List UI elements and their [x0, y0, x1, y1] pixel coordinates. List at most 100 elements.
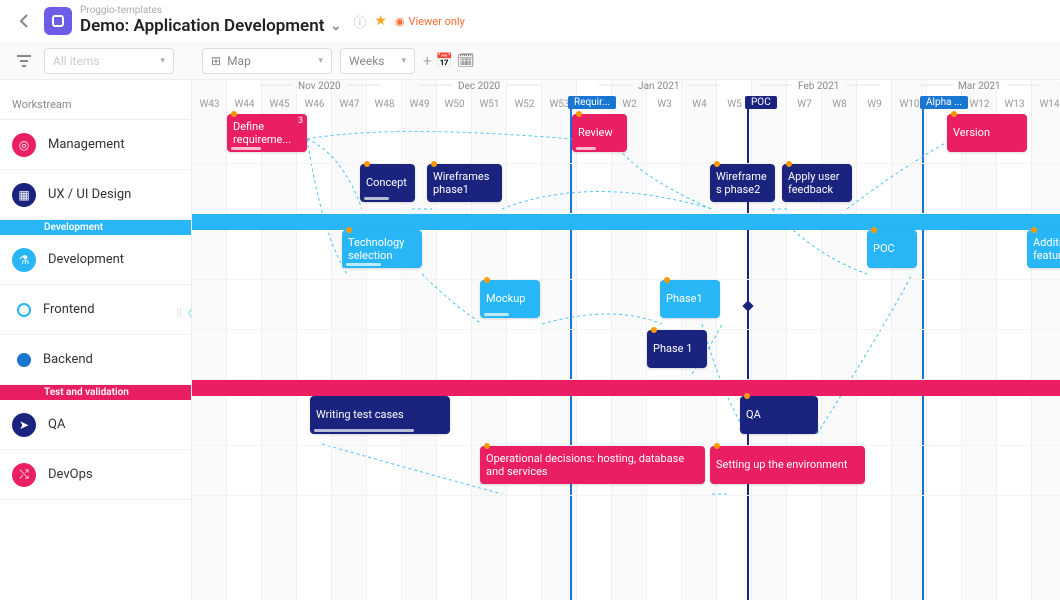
card-writing-test-cases[interactable]: Writing test cases	[310, 396, 450, 434]
workstream-ux[interactable]: ▦ UX / UI Design	[0, 170, 191, 220]
card-qa[interactable]: QA	[740, 396, 818, 434]
breadcrumb[interactable]: Proggio-templates	[80, 6, 341, 16]
card-apply-feedback[interactable]: Apply user feedback	[782, 164, 852, 202]
card-version[interactable]: Version	[947, 114, 1027, 152]
month-label: Jan 2021	[592, 81, 726, 92]
back-button[interactable]	[12, 9, 36, 33]
timeline[interactable]: Nov 2020Dec 2020Jan 2021Feb 2021Mar 2021…	[192, 80, 1060, 600]
items-filter-label: All items	[53, 54, 100, 68]
ws-label: Frontend	[43, 302, 95, 317]
marker-label: Alpha ...	[920, 96, 968, 109]
calendar-range-icon[interactable]: 📅	[436, 53, 453, 69]
week-W14: W14	[1032, 96, 1060, 114]
filter-icon[interactable]	[12, 49, 36, 73]
card-wireframes1[interactable]: Wireframes phase1	[427, 164, 502, 202]
viewer-badge: ◉ Viewer only	[395, 15, 465, 28]
month-label: Nov 2020	[252, 81, 387, 92]
card-label: Define requireme...	[233, 120, 301, 146]
flask-icon: ⚗	[12, 248, 36, 272]
time-unit-select[interactable]: Weeks ▾	[340, 48, 415, 74]
items-filter-select[interactable]: All items ▾	[44, 48, 174, 74]
workstream-qa[interactable]: ➤ QA	[0, 400, 191, 450]
card-operational-decisions[interactable]: Operational decisions: hosting, database…	[480, 446, 705, 484]
week-W50: W50	[437, 96, 472, 114]
card-label: Technology selection	[348, 236, 416, 262]
card-poc[interactable]: POC	[867, 230, 917, 268]
card-label: QA	[746, 408, 812, 421]
week-W52: W52	[507, 96, 542, 114]
week-W46: W46	[297, 96, 332, 114]
ws-label: Backend	[43, 352, 93, 367]
page-title[interactable]: Demo: Application Development ⌄	[80, 16, 341, 36]
month-label: Apr 2021	[1052, 81, 1060, 92]
card-label: Setting up the environment	[716, 458, 859, 471]
card-label: Version	[953, 126, 1021, 139]
card-label: Additi featur	[1033, 236, 1060, 262]
card-label: Apply user feedback	[788, 170, 846, 196]
dot-icon	[17, 303, 31, 317]
card-badge: 3	[298, 116, 303, 127]
workstream-frontend[interactable]: Frontend	[0, 285, 191, 335]
milestone-diamond[interactable]	[742, 300, 753, 311]
card-wireframes2[interactable]: Wireframe s phase2	[710, 164, 775, 202]
week-W48: W48	[367, 96, 402, 114]
week-W3: W3	[647, 96, 682, 114]
ws-label: QA	[48, 417, 65, 432]
workstream-backend[interactable]: Backend	[0, 335, 191, 385]
week-W45: W45	[262, 96, 297, 114]
calendar-icon: ▦	[12, 183, 36, 207]
card-label: Writing test cases	[316, 408, 444, 421]
card-label: Mockup	[486, 292, 534, 305]
info-icon[interactable]: ⓘ	[353, 12, 366, 31]
viewer-label: Viewer only	[409, 15, 465, 28]
star-icon[interactable]: ★	[374, 13, 387, 29]
week-W8: W8	[822, 96, 857, 114]
card-setup-environment[interactable]: Setting up the environment	[710, 446, 865, 484]
ws-label: Development	[48, 252, 124, 267]
group-test[interactable]: Test and validation	[0, 385, 191, 400]
card-define-requirements[interactable]: 3Define requireme...	[227, 114, 307, 152]
week-W9: W9	[857, 96, 892, 114]
week-W7: W7	[787, 96, 822, 114]
ws-label: UX / UI Design	[48, 187, 131, 202]
add-button[interactable]: +	[423, 52, 432, 70]
chevron-down-icon: ▾	[401, 56, 406, 66]
workstream-development[interactable]: ⚗ Development	[0, 235, 191, 285]
shuffle-icon: ⤭	[12, 463, 36, 487]
map-icon: ⊞	[211, 54, 221, 68]
ws-label: Management	[48, 137, 125, 152]
card-concept[interactable]: Concept	[360, 164, 415, 202]
group-development[interactable]: Development	[0, 220, 191, 235]
card-label: Review	[578, 126, 621, 139]
marker-label: POC	[745, 96, 777, 109]
card-review[interactable]: Review	[572, 114, 627, 152]
eye-icon: ◉	[395, 15, 405, 28]
card-label: Phase1	[666, 292, 714, 305]
sidebar: Workstream ◎ Management ▦ UX / UI Design…	[0, 80, 192, 600]
dot-icon	[17, 353, 31, 367]
workstream-header: Workstream	[0, 80, 191, 120]
month-label: Mar 2021	[912, 81, 1047, 92]
calendar-minus-icon[interactable]: 🗓	[457, 53, 475, 69]
workstream-management[interactable]: ◎ Management	[0, 120, 191, 170]
card-fe-phase1[interactable]: Phase1	[660, 280, 720, 318]
chevron-down-icon: ▾	[160, 56, 165, 66]
card-be-phase1[interactable]: Phase 1	[647, 330, 707, 368]
month-label: Dec 2020	[412, 81, 546, 92]
card-label: Wireframe s phase2	[716, 170, 769, 196]
card-mockup[interactable]: Mockup	[480, 280, 540, 318]
card-label: Concept	[366, 176, 409, 189]
week-W49: W49	[402, 96, 437, 114]
app-icon	[44, 7, 72, 35]
card-additional-features[interactable]: Additi featur	[1027, 230, 1060, 268]
week-W4: W4	[682, 96, 717, 114]
chevron-down-icon: ⌄	[330, 19, 341, 34]
workstream-devops[interactable]: ⤭ DevOps	[0, 450, 191, 500]
card-label: Wireframes phase1	[433, 170, 496, 196]
week-W2: W2	[612, 96, 647, 114]
view-mode-select[interactable]: ⊞ Map ▾	[202, 48, 332, 74]
card-tech-selection[interactable]: Technology selection	[342, 230, 422, 268]
week-W51: W51	[472, 96, 507, 114]
page-title-text: Demo: Application Development	[80, 16, 324, 36]
week-W13: W13	[997, 96, 1032, 114]
